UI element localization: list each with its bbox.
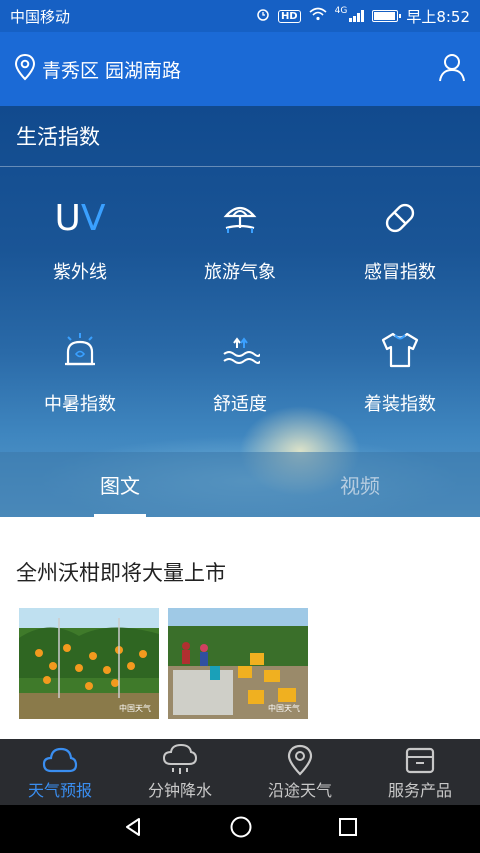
image-watermark: 中国天气 (119, 704, 151, 713)
battery-icon (372, 10, 402, 22)
back-icon[interactable] (122, 816, 144, 842)
user-icon[interactable] (438, 52, 466, 86)
index-label: 中暑指数 (44, 394, 116, 415)
network-type-label: 4G (334, 5, 348, 16)
content-tabs: 图文 视频 (0, 452, 480, 517)
nav-item-services[interactable]: 服务产品 (360, 739, 480, 805)
location-header: 青秀区 园湖南路 (0, 32, 480, 106)
pill-icon (380, 186, 420, 250)
home-icon[interactable] (229, 815, 253, 843)
index-label: 紫外线 (53, 262, 107, 283)
hd-badge-icon: HD (277, 9, 301, 23)
index-label: 旅游气象 (204, 262, 276, 283)
box-icon (404, 743, 436, 777)
tshirt-icon (379, 318, 421, 382)
wifi-icon (309, 7, 327, 25)
image-watermark: 中国天气 (268, 704, 300, 713)
status-icons: HD 4G 早上8:52 (256, 6, 470, 27)
rain-cloud-icon (162, 743, 198, 777)
system-navigation-bar (0, 805, 480, 853)
life-index-grid: UV 紫外线 旅游气象 感冒指数 中暑指数 舒适度 着装指数 (0, 180, 480, 430)
article-headline[interactable]: 全州沃柑即将大量上市 (16, 557, 226, 587)
index-item-cold[interactable]: 感冒指数 (320, 180, 480, 298)
alarm-icon (256, 7, 270, 25)
location-name[interactable]: 青秀区 园湖南路 (42, 56, 438, 83)
index-label: 感冒指数 (364, 262, 436, 283)
comfort-waves-icon (220, 318, 260, 382)
article-image-harvest[interactable]: 中国天气 (168, 608, 308, 719)
index-item-travel[interactable]: 旅游气象 (160, 180, 320, 298)
index-item-heatstroke[interactable]: 中暑指数 (0, 312, 160, 430)
index-item-dressing[interactable]: 着装指数 (320, 312, 480, 430)
signal-icon (349, 10, 365, 22)
article-card[interactable]: 全州沃柑即将大量上市 中国天气 中国天气 (0, 517, 480, 739)
carrier-name: 中国移动 (10, 7, 71, 26)
beach-umbrella-icon (220, 186, 260, 250)
alarm-light-icon (60, 318, 100, 382)
bottom-navigation: 天气预报 分钟降水 沿途天气 服务产品 (0, 739, 480, 805)
nav-item-rain[interactable]: 分钟降水 (120, 739, 240, 805)
route-pin-icon (286, 743, 314, 777)
nav-item-forecast[interactable]: 天气预报 (0, 739, 120, 805)
tab-graphic-text[interactable]: 图文 (0, 452, 240, 517)
clock-time: 早上8:52 (406, 7, 470, 26)
uv-icon: UV (54, 197, 106, 239)
cloud-icon (42, 743, 78, 777)
tab-video[interactable]: 视频 (240, 452, 480, 517)
index-item-comfort[interactable]: 舒适度 (160, 312, 320, 430)
status-bar: 中国移动 HD 4G 早上8:52 (0, 0, 480, 32)
article-image-orchard[interactable]: 中国天气 (19, 608, 159, 719)
recent-apps-icon[interactable] (338, 817, 358, 841)
index-label: 着装指数 (364, 394, 436, 415)
nav-item-route[interactable]: 沿途天气 (240, 739, 360, 805)
section-title: 生活指数 (0, 106, 480, 167)
index-item-uv[interactable]: UV 紫外线 (0, 180, 160, 298)
index-label: 舒适度 (213, 394, 267, 415)
location-pin-icon[interactable] (14, 53, 36, 85)
